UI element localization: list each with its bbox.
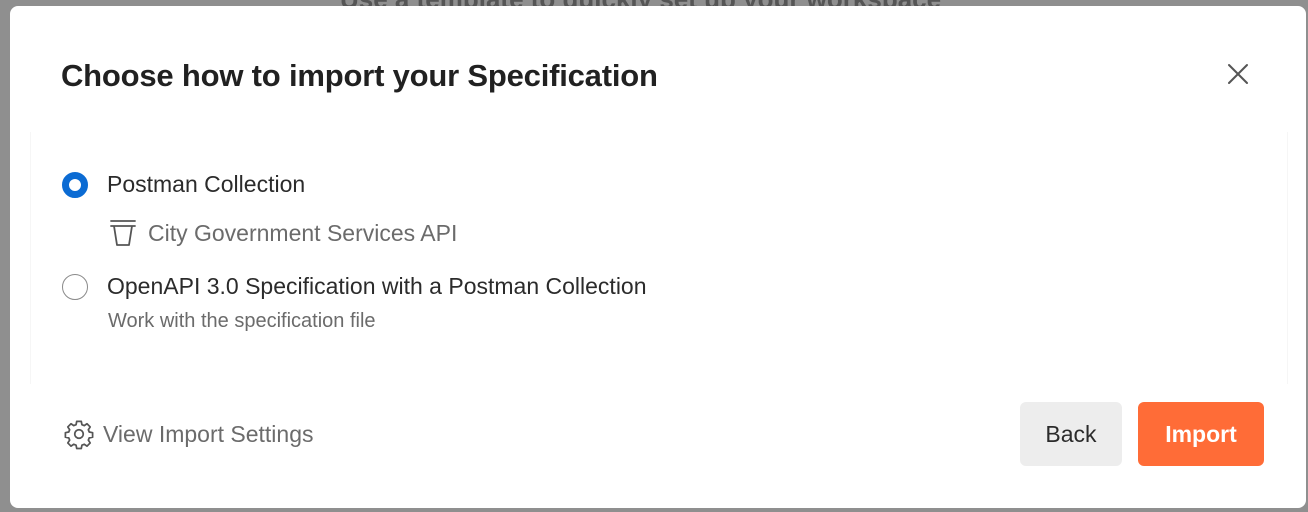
option-openapi-spec[interactable]: OpenAPI 3.0 Specification with a Postman… bbox=[62, 273, 647, 300]
options-panel bbox=[30, 132, 1288, 384]
view-import-settings-link[interactable]: View Import Settings bbox=[63, 418, 314, 450]
close-button[interactable] bbox=[1224, 60, 1252, 88]
collection-name: City Government Services API bbox=[148, 219, 458, 246]
option-postman-collection[interactable]: Postman Collection bbox=[62, 171, 305, 198]
option-label: Postman Collection bbox=[107, 171, 306, 197]
import-dialog: Choose how to import your Specification … bbox=[10, 6, 1306, 508]
option-label: OpenAPI 3.0 Specification with a Postman… bbox=[107, 273, 647, 299]
import-button[interactable]: Import bbox=[1138, 402, 1264, 466]
back-button[interactable]: Back bbox=[1020, 402, 1122, 466]
gear-icon bbox=[64, 420, 94, 450]
collection-trash-icon bbox=[110, 220, 136, 246]
collection-item: City Government Services API bbox=[108, 218, 457, 248]
dialog-title: Choose how to import your Specification bbox=[61, 58, 658, 93]
radio-openapi-spec[interactable] bbox=[62, 273, 88, 300]
close-icon bbox=[1228, 64, 1248, 84]
settings-label: View Import Settings bbox=[103, 420, 314, 447]
option-description: Work with the specification file bbox=[108, 310, 376, 332]
radio-postman-collection[interactable] bbox=[62, 171, 88, 198]
